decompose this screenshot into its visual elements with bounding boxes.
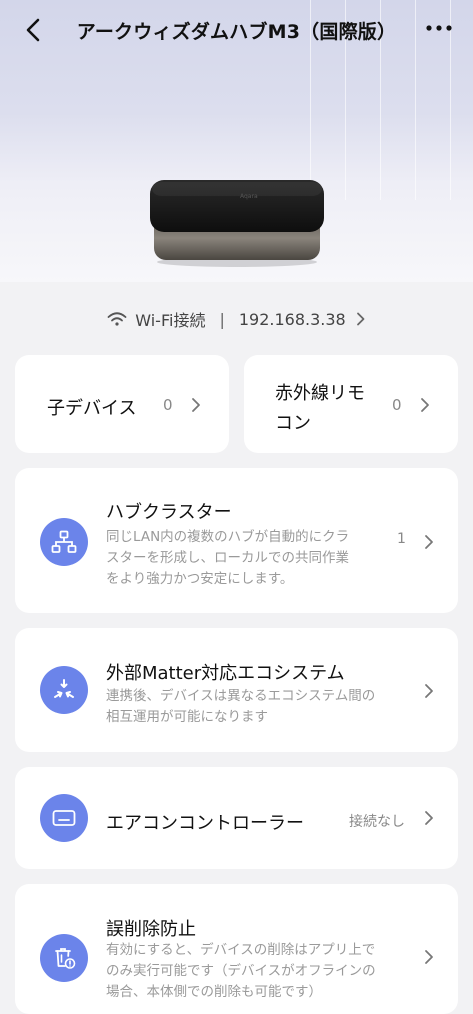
aircon-controller-row[interactable]: エアコンコントローラー 接続なし [15, 767, 458, 869]
page-title: アークウィズダムハブM3（国際版） [76, 21, 397, 43]
top-bar: アークウィズダムハブM3（国際版） [0, 0, 473, 60]
delete-protection-title: 誤削除防止 [106, 919, 196, 940]
chevron-right-icon [425, 535, 433, 549]
chevron-left-icon[interactable] [22, 16, 46, 44]
ir-remote-label-line2: コン [275, 413, 311, 434]
child-devices-count: 0 [163, 396, 173, 414]
matter-row[interactable]: 外部Matter対応エコシステム 連携後、デバイスは異なるエコシステム間の 相互… [15, 628, 458, 752]
matter-icon [40, 666, 88, 714]
connection-info[interactable]: Wi-Fi接続 | 192.168.3.38 [0, 305, 473, 333]
connection-type: Wi-Fi接続 [135, 311, 206, 330]
chevron-right-icon [425, 811, 433, 825]
divider: | [219, 309, 225, 329]
delete-protection-description: 有効にすると、デバイスの削除はアプリ上で のみ実行可能です（デバイスがオフライン… [106, 942, 376, 1000]
matter-title: 外部Matter対応エコシステム [106, 663, 345, 684]
trash-lock-icon [40, 934, 88, 982]
svg-text:Aqara: Aqara [240, 193, 258, 200]
cluster-count: 1 [397, 531, 406, 547]
hub-cluster-row[interactable]: ハブクラスター 同じLAN内の複数のハブが自動的にクラ スターを形成し、ローカル… [15, 468, 458, 613]
matter-description: 連携後、デバイスは異なるエコシステム間の 相互運用が可能になります [106, 688, 376, 725]
ir-remote-tile[interactable]: 赤外線リモ コン 0 [244, 355, 458, 453]
aircon-title: エアコンコントローラー [106, 813, 304, 834]
hub-device-image: Aqara [150, 180, 324, 267]
cluster-description: 同じLAN内の複数のハブが自動的にクラ スターを形成し、ローカルでの共同作業 を… [106, 529, 350, 587]
cluster-icon [40, 518, 88, 566]
aircon-status: 接続なし [349, 814, 405, 830]
delete-protection-row[interactable]: 誤削除防止 有効にすると、デバイスの削除はアプリ上で のみ実行可能です（デバイス… [15, 884, 458, 1014]
wifi-icon [107, 312, 127, 326]
child-devices-label: 子デバイス [47, 398, 137, 419]
cluster-title: ハブクラスター [106, 502, 232, 523]
more-icon[interactable] [425, 22, 453, 34]
ip-address: 192.168.3.38 [238, 309, 346, 329]
aircon-icon [40, 794, 88, 842]
child-devices-tile[interactable]: 子デバイス 0 [15, 355, 229, 453]
ir-remote-count: 0 [392, 396, 402, 414]
chevron-right-icon [425, 950, 433, 964]
chevron-right-icon [425, 684, 433, 698]
chevron-right-icon [356, 312, 365, 326]
chevron-right-icon [421, 398, 429, 412]
chevron-right-icon [192, 398, 200, 412]
ir-remote-label-line1: 赤外線リモ [275, 383, 365, 404]
